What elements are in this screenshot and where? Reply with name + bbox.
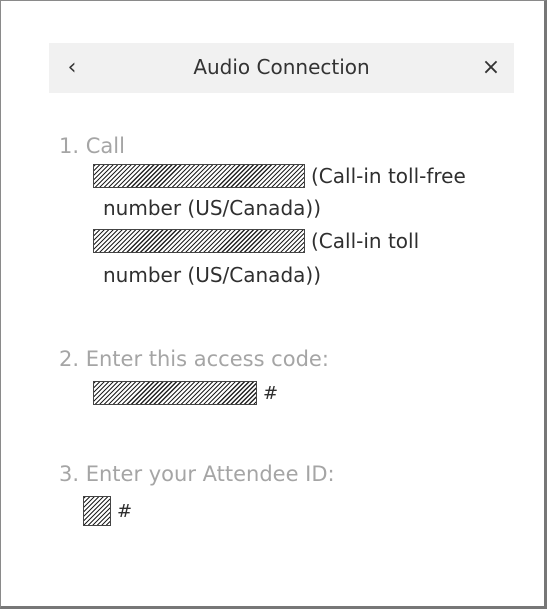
toll-number-line: (Call-in toll	[93, 229, 419, 253]
toll-label: (Call-in toll	[311, 229, 420, 253]
step-1-heading: 1. Call	[59, 134, 125, 158]
redacted-attendee-id	[83, 496, 111, 526]
tollfree-label-cont: number (US/Canada))	[103, 196, 321, 220]
close-button[interactable]: ×	[476, 51, 506, 85]
dialog-header: ‹ Audio Connection ×	[49, 43, 514, 93]
toll-label-cont: number (US/Canada))	[103, 263, 321, 287]
close-icon: ×	[481, 55, 501, 80]
attendee-id-hash: #	[117, 500, 133, 522]
redacted-toll-number	[93, 229, 305, 253]
dialog-title: Audio Connection	[193, 55, 370, 79]
redacted-access-code	[93, 381, 257, 405]
audio-connection-panel: ‹ Audio Connection × 1. Call (Call-in to…	[0, 0, 547, 609]
access-code-line: #	[93, 381, 278, 405]
tollfree-number-line: (Call-in toll-free	[93, 164, 466, 188]
attendee-id-line: #	[83, 496, 132, 526]
access-code-hash: #	[263, 382, 279, 404]
redacted-tollfree-number	[93, 164, 305, 188]
tollfree-label: (Call-in toll-free	[311, 164, 466, 188]
step-2-heading: 2. Enter this access code:	[59, 347, 329, 371]
step-3-heading: 3. Enter your Attendee ID:	[59, 462, 335, 486]
